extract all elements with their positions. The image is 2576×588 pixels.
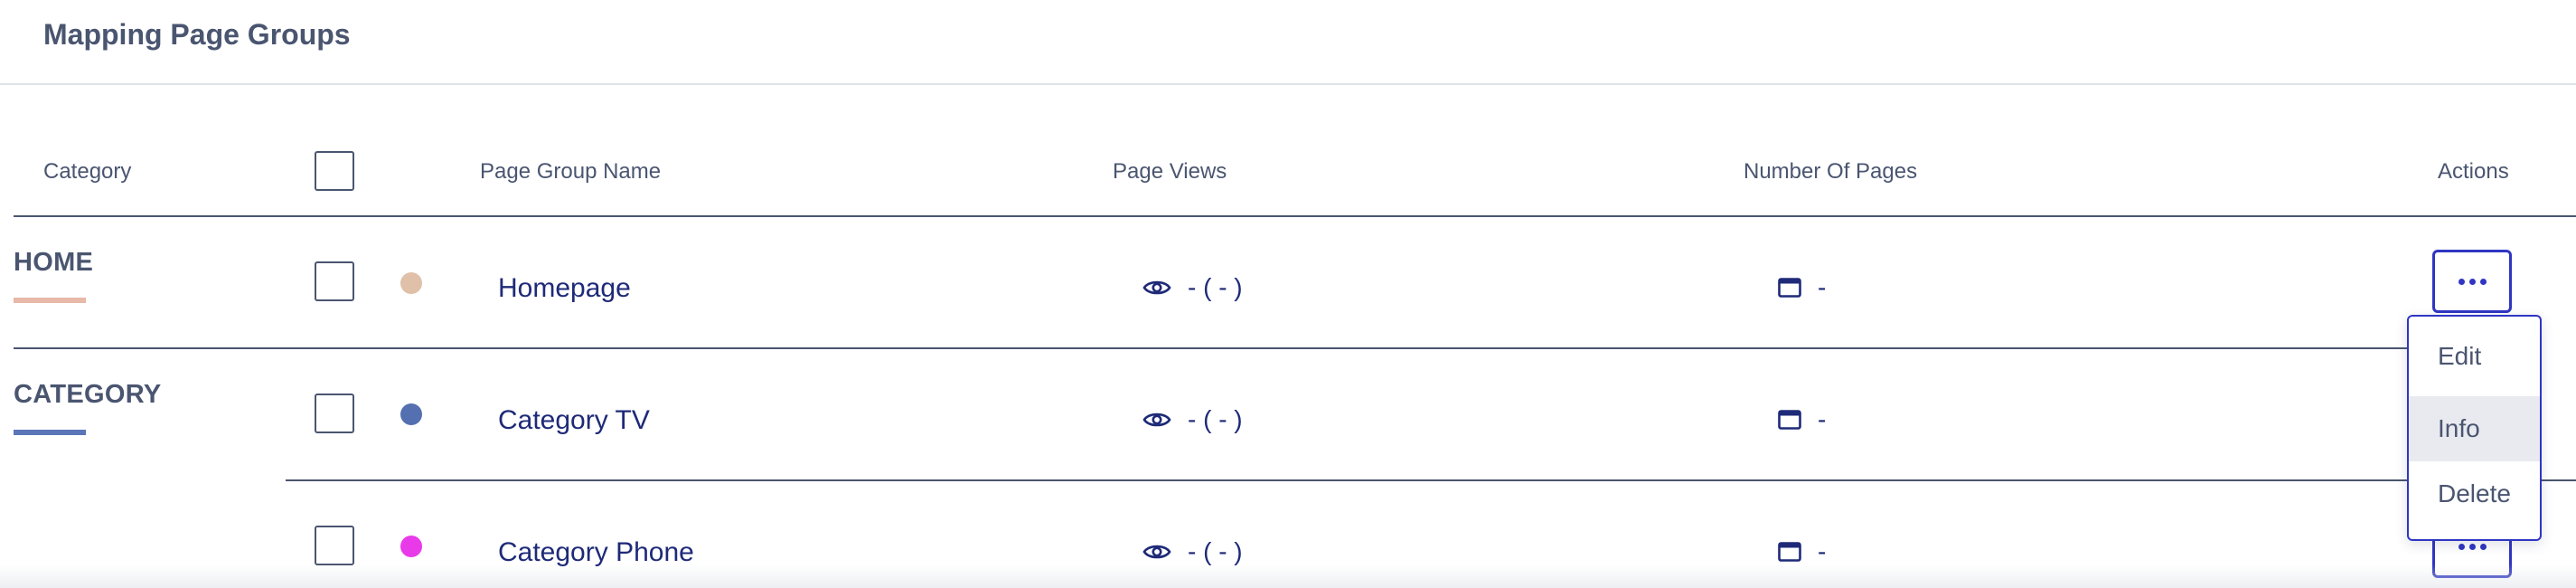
category-underline-home: [14, 298, 86, 303]
select-all-checkbox[interactable]: [315, 151, 354, 191]
page-views-value: - ( - ): [1188, 537, 1243, 565]
row-checkbox[interactable]: [315, 394, 354, 433]
number-of-pages-cell: -: [1778, 537, 1826, 566]
number-of-pages-cell: -: [1778, 405, 1826, 434]
page-views-value: - ( - ): [1188, 405, 1243, 433]
page-views-value: - ( - ): [1188, 273, 1243, 301]
eye-icon: [1142, 545, 1171, 559]
page-group-color-dot: [400, 536, 422, 557]
bottom-shadow: [0, 564, 2576, 588]
page-title: Mapping Page Groups: [43, 18, 351, 51]
window-icon: [1778, 278, 1801, 298]
title-divider: [0, 83, 2576, 85]
header-category: Category: [43, 159, 132, 184]
eye-icon: [1142, 280, 1171, 295]
eye-icon: [1142, 413, 1171, 427]
row-divider: [286, 479, 2576, 481]
actions-dropdown-menu: Edit Info Delete: [2407, 315, 2542, 541]
row-checkbox[interactable]: [315, 261, 354, 301]
number-of-pages-cell: -: [1778, 273, 1826, 302]
page-group-color-dot: [400, 403, 422, 425]
category-label-home: HOME: [14, 248, 94, 277]
header-actions: Actions: [2438, 159, 2509, 184]
category-label-category: CATEGORY: [14, 380, 162, 409]
header-number-of-pages[interactable]: Number Of Pages: [1744, 159, 1917, 185]
category-underline-category: [14, 430, 86, 435]
window-icon: [1778, 542, 1801, 562]
row-actions-button[interactable]: [2432, 250, 2512, 313]
header-divider: [14, 215, 2576, 217]
page-group-color-dot: [400, 272, 422, 294]
number-of-pages-value: -: [1818, 537, 1827, 565]
header-page-views[interactable]: Page Views: [1113, 159, 1227, 185]
row-divider: [14, 347, 2407, 349]
page-views-cell: - ( - ): [1142, 273, 1243, 302]
row-checkbox[interactable]: [315, 526, 354, 565]
menu-item-delete[interactable]: Delete: [2409, 461, 2540, 526]
page-views-cell: - ( - ): [1142, 405, 1243, 434]
page-views-cell: - ( - ): [1142, 537, 1243, 566]
more-dots-icon: [2458, 543, 2487, 550]
page-group-name[interactable]: Category Phone: [498, 537, 694, 568]
page-group-name[interactable]: Homepage: [498, 273, 631, 304]
page-group-name[interactable]: Category TV: [498, 405, 650, 436]
mapping-page-groups-page: Mapping Page Groups Category Page Group …: [0, 0, 2576, 588]
number-of-pages-value: -: [1818, 405, 1827, 433]
header-page-group-name[interactable]: Page Group Name: [480, 159, 661, 185]
more-dots-icon: [2458, 278, 2487, 285]
menu-item-edit[interactable]: Edit: [2409, 324, 2540, 389]
menu-item-info[interactable]: Info: [2409, 396, 2540, 461]
number-of-pages-value: -: [1818, 273, 1827, 301]
window-icon: [1778, 410, 1801, 430]
